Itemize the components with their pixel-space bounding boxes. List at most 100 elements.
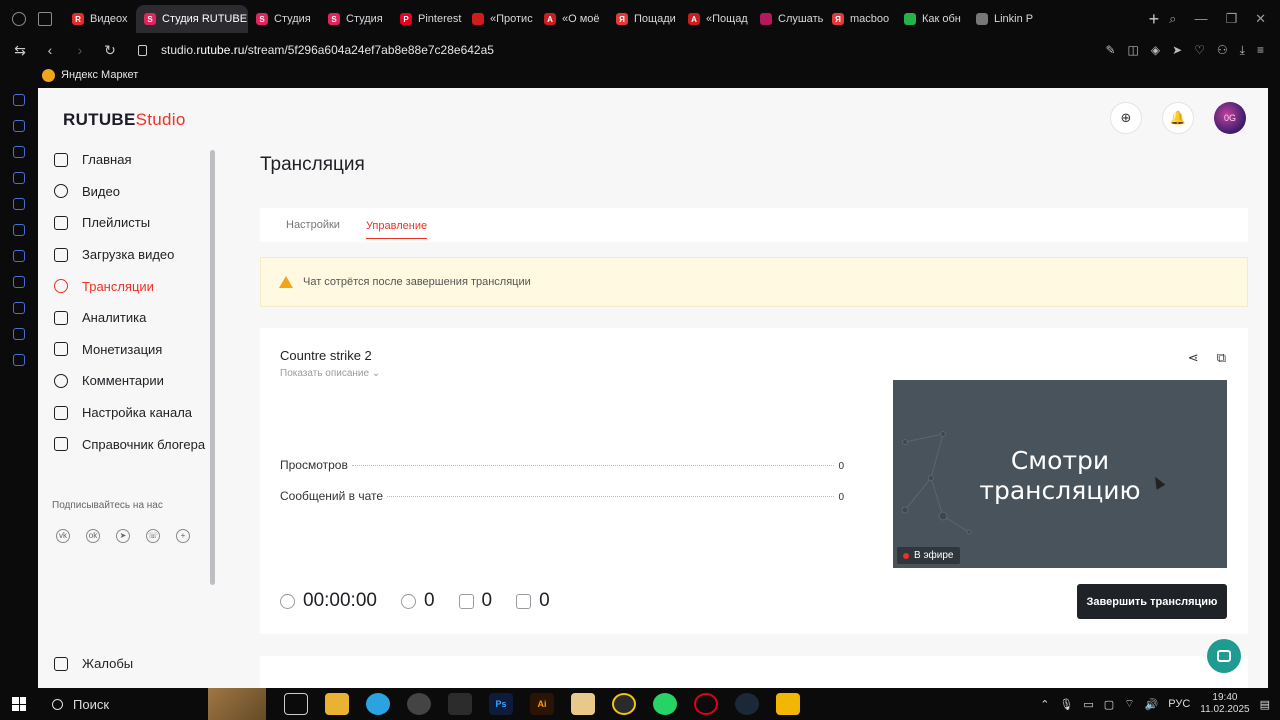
telegram-icon[interactable] — [366, 693, 390, 715]
stream-preview[interactable]: Смотри трансляцию В эфире — [893, 380, 1227, 568]
image-viewer-icon[interactable] — [571, 693, 595, 715]
forward-button[interactable]: › — [72, 42, 88, 58]
sidebar-item[interactable]: Главная — [38, 144, 216, 176]
sidebar-item[interactable]: Аналитика — [38, 302, 216, 334]
browser-tab[interactable]: R Видеох — [64, 5, 136, 33]
browser-tab[interactable]: «Протис — [464, 5, 536, 33]
chevron-up-icon[interactable]: ⌃ — [1040, 698, 1049, 711]
sidebar-item[interactable]: Трансляции — [38, 270, 216, 302]
file-explorer-icon[interactable] — [325, 693, 349, 715]
whatsapp-icon[interactable] — [653, 693, 677, 715]
tab-settings[interactable]: Настройки — [286, 219, 340, 231]
avatar[interactable]: 0G — [1214, 102, 1246, 134]
support-chat-button[interactable] — [1207, 639, 1241, 673]
sidebar-item[interactable]: Видео — [38, 176, 216, 208]
sidebar-item[interactable]: Жалобы — [38, 648, 216, 680]
viber-icon[interactable]: ☏ — [146, 528, 160, 543]
sidebar-item[interactable]: Настройка канала — [38, 397, 216, 429]
rail-app-icon[interactable] — [13, 146, 25, 158]
browser-tab[interactable]: Слушать — [752, 5, 824, 33]
show-description-link[interactable]: Показать описание ⌄ — [280, 368, 380, 379]
browser-menu-icon[interactable]: ≡ — [1257, 43, 1264, 58]
odnoklassniki-icon[interactable]: ok — [86, 528, 100, 543]
bookmark-yandex-market[interactable]: Яндекс Маркет — [61, 69, 138, 81]
notification-icon[interactable]: ▤ — [1260, 698, 1270, 711]
rutube-studio-logo[interactable]: RUTUBEStudio — [63, 110, 186, 130]
browser-tab[interactable]: A «Пощад — [680, 5, 752, 33]
microphone-icon[interactable]: 🎙 — [1059, 698, 1073, 711]
sidebar-item[interactable]: Плейлисты — [38, 207, 216, 239]
maximize-button[interactable]: ❐ — [1225, 11, 1237, 27]
rail-app-icon[interactable] — [13, 224, 25, 236]
clock[interactable]: 19:40 11.02.2025 — [1200, 692, 1249, 716]
rail-app-icon[interactable] — [13, 276, 25, 288]
network-icon[interactable]: ⌔ — [1124, 697, 1134, 711]
battery-icon[interactable]: ▭ — [1083, 698, 1093, 711]
camera-icon[interactable]: ◫ — [1128, 43, 1139, 58]
reload-button[interactable]: ↻ — [102, 42, 118, 59]
sidebar-toggle-icon[interactable]: ⇆ — [12, 42, 28, 59]
taskbar-search[interactable]: Поиск — [38, 688, 208, 720]
profile-icon[interactable]: ⚇ — [1217, 43, 1228, 58]
minimize-button[interactable]: — — [1194, 11, 1207, 27]
sidebar-item[interactable]: Справка — [38, 680, 216, 689]
rail-app-icon[interactable] — [13, 302, 25, 314]
search-icon[interactable]: ⌕ — [1169, 11, 1176, 27]
sidebar-item[interactable]: Монетизация — [38, 334, 216, 366]
illustrator-icon[interactable]: Ai — [530, 693, 554, 715]
end-stream-button[interactable]: Завершить трансляцию — [1077, 584, 1227, 619]
url-field[interactable]: studio.rutube.ru/stream/5f296a604a24ef7a… — [161, 43, 494, 57]
rail-app-icon[interactable] — [13, 94, 25, 106]
new-tab-button[interactable]: + — [1139, 9, 1170, 30]
browser-tab[interactable]: Linkin P — [968, 5, 1040, 33]
download-icon[interactable]: ⤓ — [1240, 43, 1245, 58]
share-icon[interactable]: ⋖ — [1188, 350, 1199, 366]
browser-tab[interactable]: S Студия — [248, 5, 320, 33]
browser-tab[interactable]: P Pinterest — [392, 5, 464, 33]
browser-tab[interactable]: Я Пощади — [608, 5, 680, 33]
browser-tab[interactable]: S Студия — [320, 5, 392, 33]
chrome-icon[interactable] — [407, 693, 431, 715]
back-button[interactable]: ‹ — [42, 42, 58, 58]
start-button[interactable] — [0, 697, 38, 711]
sidebar-item[interactable]: Справочник блогера — [38, 428, 216, 460]
photoshop-icon[interactable]: Ps — [489, 693, 513, 715]
close-button[interactable]: ✕ — [1255, 11, 1266, 27]
rail-app-icon[interactable] — [13, 120, 25, 132]
shield-icon[interactable]: ◈ — [1151, 43, 1160, 58]
volume-icon[interactable]: 🔊 — [1145, 698, 1159, 711]
task-view-icon[interactable] — [284, 693, 308, 715]
browser-tab[interactable]: Как обн — [896, 5, 968, 33]
browser-menu-icon[interactable] — [12, 12, 26, 26]
sidebar-item[interactable]: Загрузка видео — [38, 239, 216, 271]
sidebar-scrollbar[interactable] — [210, 150, 215, 585]
browser-tab[interactable]: A «О моё — [536, 5, 608, 33]
rail-app-icon[interactable] — [13, 198, 25, 210]
opera-icon[interactable] — [694, 693, 718, 715]
sidebar-item[interactable]: Комментарии — [38, 365, 216, 397]
add-content-button[interactable]: ⊕ — [1110, 102, 1142, 134]
tab-management[interactable]: Управление — [365, 220, 428, 239]
figma-icon[interactable] — [448, 693, 472, 715]
language-indicator[interactable]: РУС — [1168, 698, 1190, 710]
app-icon[interactable] — [612, 693, 636, 715]
vk-icon[interactable]: vk — [56, 528, 70, 543]
rail-app-icon[interactable] — [13, 354, 25, 366]
send-icon[interactable]: ➤ — [1172, 43, 1182, 58]
rail-app-icon[interactable] — [13, 250, 25, 262]
browser-tab[interactable]: Яmacboo — [824, 5, 896, 33]
bookmark-icon[interactable]: ♡ — [1194, 43, 1205, 58]
display-icon[interactable]: ▢ — [1104, 698, 1114, 711]
browser-tab[interactable]: S Студия RUTUBE — [136, 5, 248, 33]
page-scrollbar[interactable] — [1268, 88, 1280, 688]
telegram-icon[interactable]: ➤ — [116, 528, 130, 543]
rail-app-icon[interactable] — [13, 172, 25, 184]
tab-list-icon[interactable] — [38, 12, 52, 26]
edit-icon[interactable]: ✎ — [1105, 43, 1115, 58]
game-icon[interactable] — [776, 693, 800, 715]
rail-app-icon[interactable] — [13, 328, 25, 340]
more-plus-icon[interactable]: + — [176, 528, 190, 543]
steam-icon[interactable] — [735, 693, 759, 715]
notifications-button[interactable]: 🔔 — [1162, 102, 1194, 134]
external-link-icon[interactable]: ⧉ — [1217, 350, 1226, 366]
